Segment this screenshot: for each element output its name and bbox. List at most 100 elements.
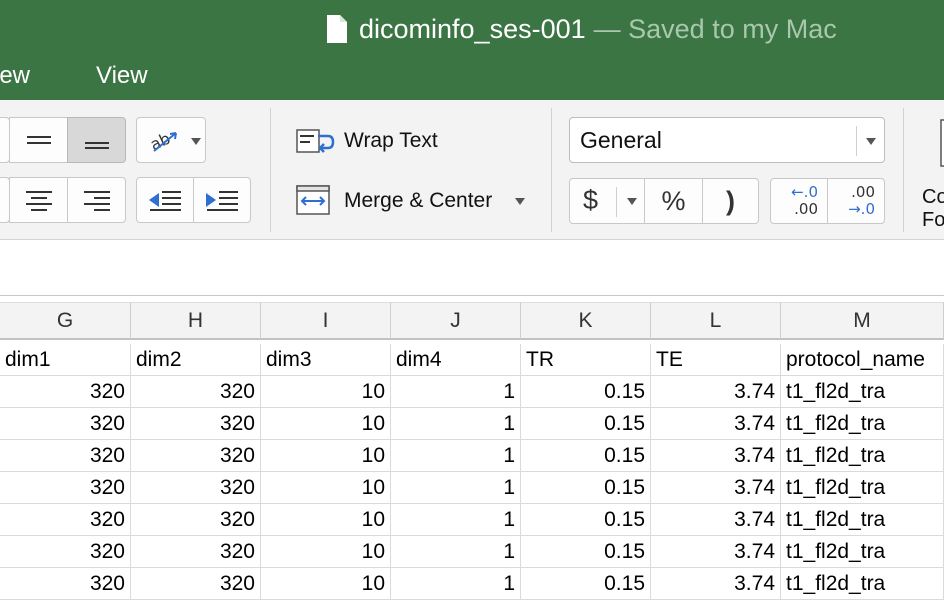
chevron-down-icon [515, 198, 525, 205]
decrease-decimal-top: .00 [851, 183, 875, 201]
table-cell[interactable]: 0.15 [521, 376, 651, 408]
file-name: dicominfo_ses-001 [359, 13, 586, 44]
middle-align-button[interactable] [9, 117, 68, 163]
table-cell[interactable]: 0.15 [521, 504, 651, 536]
column-header-h[interactable]: H [131, 302, 261, 340]
header-cell[interactable]: dim3 [261, 344, 391, 376]
table-cell[interactable]: 3.74 [651, 440, 781, 472]
table-cell[interactable]: 1 [391, 472, 521, 504]
table-cell[interactable]: 10 [261, 568, 391, 600]
column-header-i[interactable]: I [261, 302, 391, 340]
table-cell[interactable]: 1 [391, 376, 521, 408]
svg-text:ab: ab [148, 129, 173, 155]
increase-decimal-top: ←.0 [791, 183, 818, 201]
merge-center-button[interactable]: Merge & Center [296, 182, 531, 222]
table-cell[interactable]: t1_fl2d_tra [781, 536, 944, 568]
ribbon: ab Wrap Text Merge & Center General $ % … [0, 100, 944, 240]
table-cell[interactable]: 0.15 [521, 472, 651, 504]
table-cell[interactable]: t1_fl2d_tra [781, 472, 944, 504]
bottom-align-icon [84, 142, 109, 149]
header-cell[interactable]: dim4 [391, 344, 521, 376]
table-cell[interactable]: 0.15 [521, 440, 651, 472]
column-header-k[interactable]: K [521, 302, 651, 340]
table-cell[interactable]: 320 [131, 376, 261, 408]
table-cell[interactable]: 10 [261, 376, 391, 408]
table-cell[interactable]: 3.74 [651, 536, 781, 568]
table-cell[interactable]: t1_fl2d_tra [781, 408, 944, 440]
comma-style-button[interactable]: ) [702, 178, 759, 224]
table-cell[interactable]: 0.15 [521, 408, 651, 440]
table-cell[interactable]: 0.15 [521, 568, 651, 600]
table-cell[interactable]: 0.15 [521, 536, 651, 568]
formula-bar[interactable] [0, 241, 944, 296]
orientation-button[interactable]: ab [136, 117, 206, 163]
window-title: dicominfo_ses-001 — Saved to my Mac [326, 12, 837, 46]
increase-decimal-button[interactable]: ←.0 .00 [770, 178, 828, 224]
align-center-button[interactable] [9, 177, 68, 223]
header-cell[interactable]: TE [651, 344, 781, 376]
save-status: — Saved to my Mac [593, 13, 837, 44]
header-cell[interactable]: TR [521, 344, 651, 376]
number-format-value: General [580, 127, 662, 153]
table-cell[interactable]: 320 [0, 568, 131, 600]
table-cell[interactable]: 1 [391, 440, 521, 472]
table-cell[interactable]: 320 [0, 504, 131, 536]
column-header-j[interactable]: J [391, 302, 521, 340]
table-cell[interactable]: 320 [131, 504, 261, 536]
table-cell[interactable]: t1_fl2d_tra [781, 568, 944, 600]
table-cell[interactable]: 10 [261, 536, 391, 568]
table-cell[interactable]: 320 [131, 440, 261, 472]
table-cell[interactable]: t1_fl2d_tra [781, 440, 944, 472]
bottom-align-button[interactable] [67, 117, 126, 163]
table-cell[interactable]: 320 [0, 376, 131, 408]
increase-indent-icon [206, 191, 238, 211]
table-cell[interactable]: 320 [131, 472, 261, 504]
table-cell[interactable]: 3.74 [651, 408, 781, 440]
dropdown-divider [856, 126, 857, 156]
conditional-formatting-label-1: Co [922, 186, 944, 208]
title-bar: dicominfo_ses-001 — Saved to my Mac iew … [0, 0, 944, 100]
table-cell[interactable]: 320 [0, 472, 131, 504]
column-header-g[interactable]: G [0, 302, 131, 340]
table-cell[interactable]: t1_fl2d_tra [781, 376, 944, 408]
group-divider [270, 108, 271, 232]
table-cell[interactable]: 3.74 [651, 376, 781, 408]
table-cell[interactable]: 3.74 [651, 472, 781, 504]
table-cell[interactable]: 320 [131, 568, 261, 600]
header-cell[interactable]: protocol_name [781, 344, 944, 376]
tab-view[interactable]: View [96, 62, 148, 90]
percent-style-button[interactable]: % [644, 178, 703, 224]
header-cell[interactable]: dim1 [0, 344, 131, 376]
header-cell[interactable]: dim2 [131, 344, 261, 376]
column-header-l[interactable]: L [651, 302, 781, 340]
table-cell[interactable]: 320 [0, 408, 131, 440]
table-cell[interactable]: t1_fl2d_tra [781, 504, 944, 536]
decrease-decimal-button[interactable]: .00 →.0 [827, 178, 885, 224]
table-cell[interactable]: 1 [391, 408, 521, 440]
number-format-select[interactable]: General [569, 117, 885, 163]
table-cell[interactable]: 10 [261, 472, 391, 504]
table-cell[interactable]: 3.74 [651, 504, 781, 536]
table-cell[interactable]: 1 [391, 568, 521, 600]
table-cell[interactable]: 10 [261, 440, 391, 472]
table-cell[interactable]: 320 [131, 408, 261, 440]
spreadsheet-grid: G H I J K L Mdim1 dim2 dim3 dim4 TR TE protocol_name… [0, 297, 944, 602]
increase-indent-button[interactable] [193, 177, 251, 223]
percent-icon: % [661, 185, 686, 216]
wrap-text-button[interactable]: Wrap Text [296, 122, 466, 162]
table-cell[interactable]: 320 [0, 536, 131, 568]
conditional-formatting-button[interactable]: Co Fo [918, 118, 944, 233]
chevron-down-icon [191, 138, 201, 145]
table-cell[interactable]: 1 [391, 504, 521, 536]
decrease-indent-button[interactable] [136, 177, 194, 223]
accounting-format-button[interactable]: $ [569, 178, 645, 224]
table-cell[interactable]: 320 [0, 440, 131, 472]
table-cell[interactable]: 1 [391, 536, 521, 568]
table-cell[interactable]: 10 [261, 504, 391, 536]
table-cell[interactable]: 10 [261, 408, 391, 440]
table-cell[interactable]: 320 [131, 536, 261, 568]
tab-review[interactable]: iew [0, 62, 30, 90]
column-header-m[interactable]: M [781, 302, 944, 340]
align-right-button[interactable] [67, 177, 126, 223]
table-cell[interactable]: 3.74 [651, 568, 781, 600]
